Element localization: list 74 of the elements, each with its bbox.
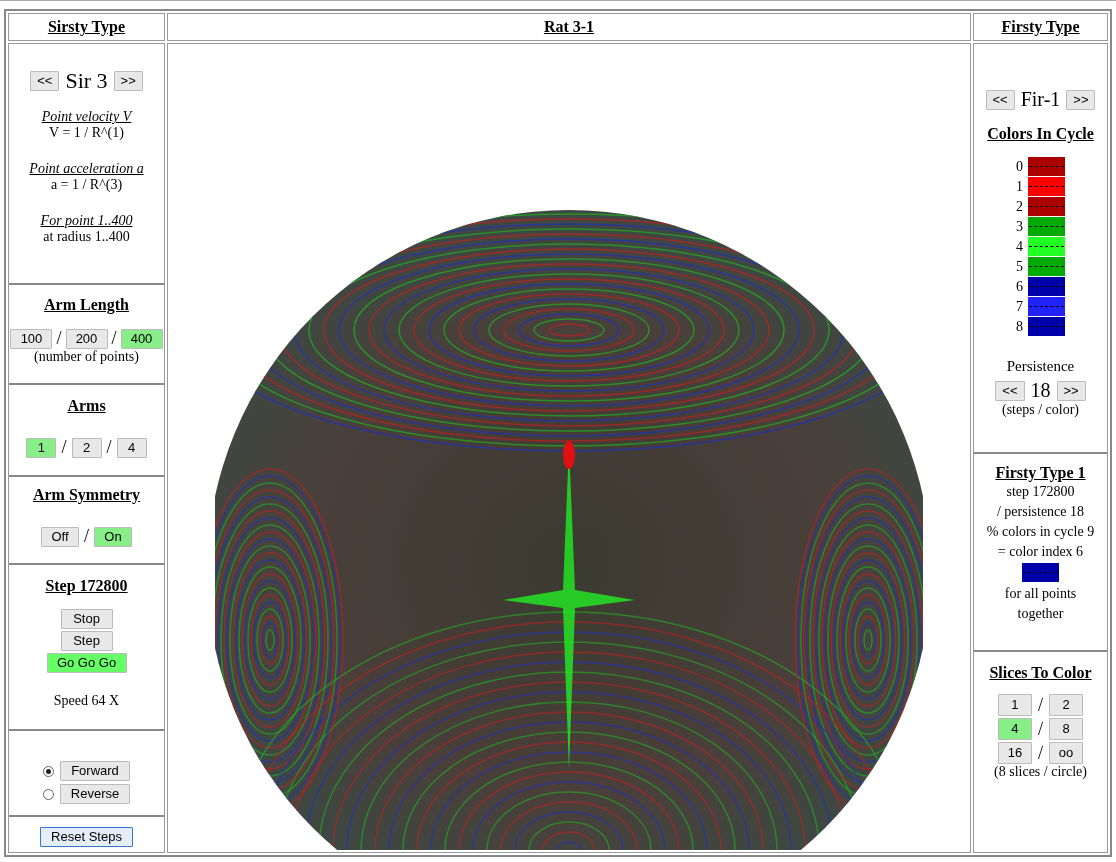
- option-button[interactable]: 1: [998, 694, 1032, 716]
- color-index: 1: [1016, 178, 1024, 196]
- color-index: 4: [1016, 238, 1024, 256]
- section-title: Colors In Cycle: [987, 125, 1094, 143]
- result-line: % colors in cycle 9: [986, 523, 1095, 541]
- separator-slash: /: [111, 328, 117, 349]
- panel-title: Firsty Type: [1001, 18, 1080, 36]
- separator-slash: /: [106, 437, 112, 458]
- note-text: (8 slices / circle): [994, 764, 1087, 780]
- next-button[interactable]: >>: [1066, 89, 1096, 110]
- option-button[interactable]: 4: [998, 718, 1032, 740]
- result-line: / persistence 18: [996, 503, 1085, 521]
- formula-value: V = 1 / R^(1): [49, 125, 124, 141]
- separator-slash: /: [56, 328, 62, 349]
- section-title: Firsty Type 1: [995, 464, 1086, 482]
- option-button[interactable]: 16: [998, 742, 1032, 764]
- color-index: 2: [1016, 198, 1024, 216]
- type-value: Fir-1: [1020, 88, 1061, 111]
- separator-slash: /: [1038, 742, 1043, 764]
- option-button[interactable]: On: [94, 526, 132, 547]
- result-note: for all points together: [1003, 585, 1078, 623]
- color-index: 5: [1016, 258, 1024, 276]
- next-button[interactable]: >>: [1056, 380, 1086, 401]
- previous-button[interactable]: <<: [995, 380, 1025, 401]
- result-line: step 172800: [1006, 483, 1075, 501]
- option-button[interactable]: 2: [71, 437, 102, 458]
- formula-value: at radius 1..400: [43, 229, 130, 245]
- color-index: 7: [1016, 298, 1024, 316]
- option-button[interactable]: 2: [1049, 694, 1083, 716]
- radio-button[interactable]: [43, 788, 54, 800]
- option-button[interactable]: 200: [65, 328, 108, 349]
- section-title: Slices To Color: [989, 664, 1092, 682]
- color-index: 0: [1016, 158, 1024, 176]
- panel-title: Sirsty Type: [47, 18, 126, 36]
- direction-button[interactable]: Reverse: [60, 784, 130, 804]
- note-text: (number of points): [34, 349, 139, 365]
- option-button[interactable]: 100: [10, 328, 53, 349]
- run-button[interactable]: Go Go Go: [46, 653, 127, 673]
- separator-slash: /: [61, 437, 67, 458]
- separator-slash: /: [84, 526, 89, 547]
- note-text: (steps / color): [1002, 402, 1079, 418]
- panel-title: Rat 3-1: [543, 18, 595, 36]
- reset-steps-button[interactable]: Reset Steps: [40, 827, 133, 847]
- option-button[interactable]: 1: [26, 437, 57, 458]
- separator-slash: /: [1038, 718, 1043, 740]
- option-button[interactable]: 8: [1049, 718, 1083, 740]
- next-button[interactable]: >>: [113, 71, 143, 91]
- run-button[interactable]: Step: [60, 631, 113, 651]
- previous-button[interactable]: <<: [985, 89, 1015, 110]
- color-index: 3: [1016, 218, 1024, 236]
- section-title: Arm Length: [44, 296, 129, 314]
- formula-value: a = 1 / R^(3): [50, 177, 123, 193]
- run-button[interactable]: Stop: [60, 609, 113, 629]
- persistence-label: Persistence: [1006, 358, 1075, 375]
- option-button[interactable]: Off: [41, 526, 79, 547]
- option-button[interactable]: 400: [120, 328, 163, 349]
- persistence-value: 18: [1030, 379, 1051, 402]
- color-index: 6: [1016, 278, 1024, 296]
- section-title: Arm Symmetry: [32, 486, 141, 504]
- option-button[interactable]: 4: [116, 437, 147, 458]
- direction-button[interactable]: Forward: [60, 761, 130, 781]
- speed-text: Speed 64 X: [53, 693, 120, 709]
- color-index: 8: [1016, 318, 1024, 336]
- section-title: Step 172800: [45, 577, 128, 595]
- result-line: = color index 6: [997, 543, 1084, 561]
- type-value: Sir 3: [65, 68, 108, 94]
- previous-button[interactable]: <<: [30, 71, 60, 91]
- section-title: Arms: [67, 397, 106, 415]
- option-button[interactable]: oo: [1049, 742, 1083, 764]
- radio-button[interactable]: [43, 765, 54, 777]
- formula-label: Point acceleration a: [29, 161, 144, 177]
- formula-label: Point velocity V: [41, 109, 132, 125]
- separator-slash: /: [1038, 694, 1043, 716]
- formula-label: For point 1..400: [40, 213, 133, 229]
